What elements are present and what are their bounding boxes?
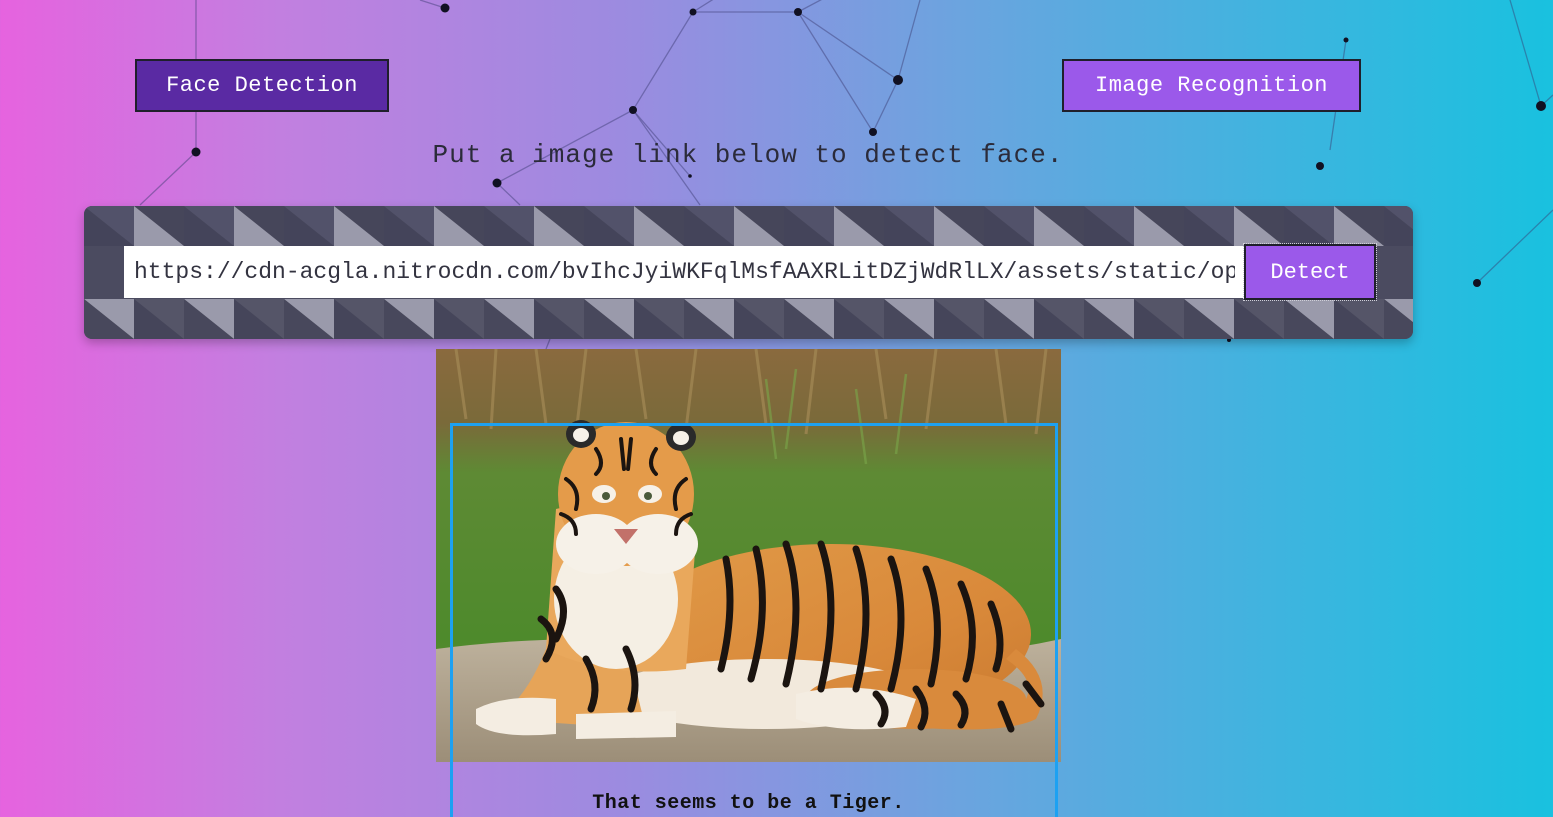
image-url-input[interactable] — [124, 246, 1245, 298]
detect-button[interactable]: Detect — [1243, 243, 1377, 301]
instruction-text: Put a image link below to detect face. — [432, 140, 1064, 170]
detection-bounding-box — [450, 423, 1058, 817]
face-detection-button[interactable]: Face Detection — [135, 59, 389, 112]
image-recognition-button[interactable]: Image Recognition — [1062, 59, 1361, 112]
result-caption: That seems to be a Tiger. — [592, 792, 905, 815]
